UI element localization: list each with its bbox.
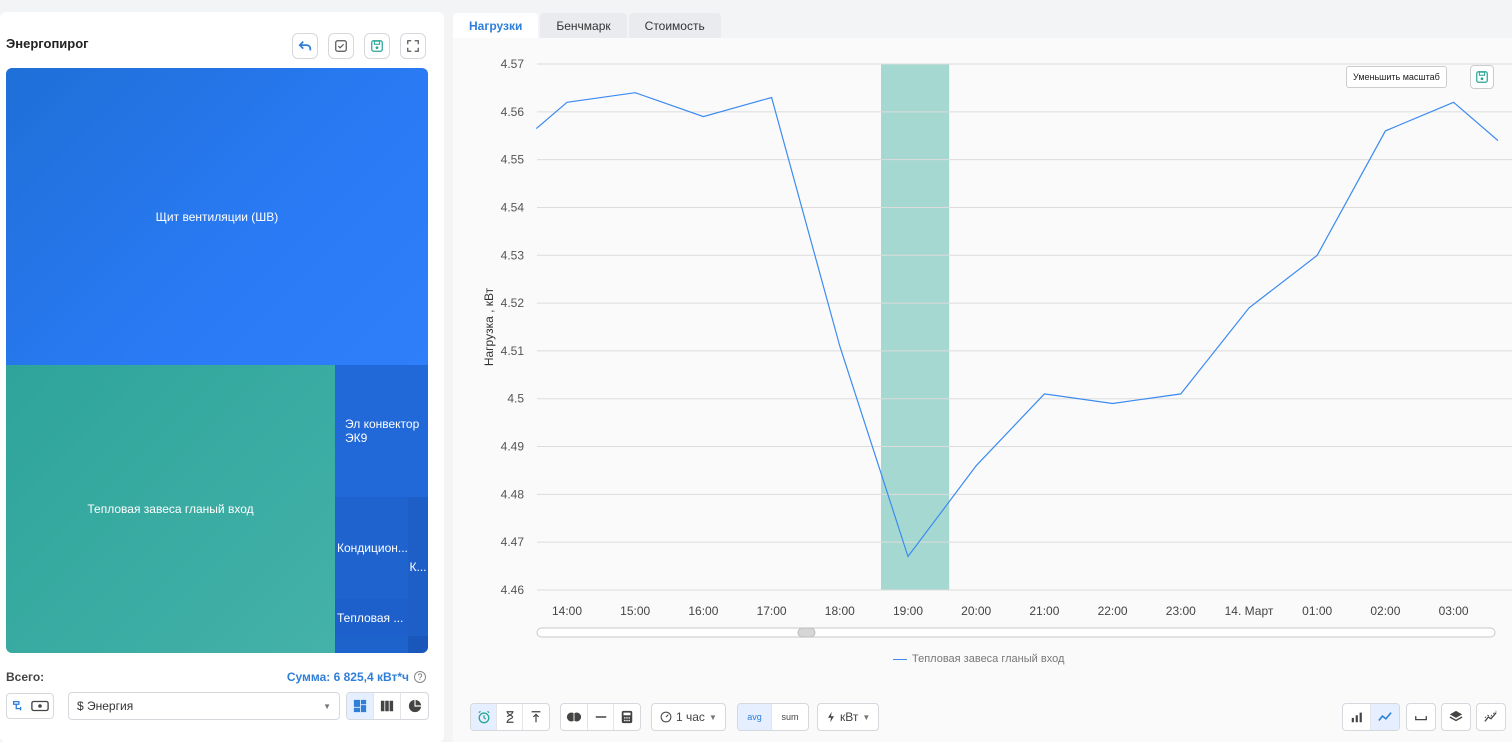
overlap-button[interactable] [561, 704, 588, 730]
x-tick-label: 19:00 [893, 604, 923, 618]
y-tick-label: 4.55 [501, 153, 525, 167]
zoom-out-button[interactable]: Уменьшить масштаб [1346, 66, 1447, 88]
y-tick-label: 4.49 [501, 440, 525, 454]
trend-icon [1484, 710, 1497, 722]
legend-label: Тепловая завеса гланый вход [912, 653, 1065, 665]
x-tick-label: 22:00 [1098, 604, 1128, 618]
x-tick-label: 16:00 [688, 604, 718, 618]
hourglass-button[interactable] [497, 704, 523, 730]
hourglass-icon [506, 711, 513, 723]
navigator-track [536, 627, 1496, 638]
x-tick-label: 14:00 [552, 604, 582, 618]
clock-button[interactable] [471, 704, 497, 730]
x-tick-label: 01:00 [1302, 604, 1332, 618]
chart-legend[interactable]: Тепловая завеса гланый вход [893, 653, 1064, 665]
aggregation-group: avg sum [737, 703, 809, 731]
baseline-toggle[interactable] [1406, 703, 1436, 731]
y-tick-label: 4.53 [501, 248, 525, 262]
sum-button[interactable]: sum [772, 704, 808, 730]
calculator-icon [621, 710, 633, 724]
arrow-to-top-icon [531, 711, 541, 723]
save-icon [1476, 71, 1488, 83]
y-tick-label: 4.57 [501, 57, 525, 71]
minus-icon [595, 716, 606, 718]
chevron-down-icon: ▼ [862, 712, 871, 722]
gauge-icon [660, 711, 672, 723]
y-tick-label: 4.48 [501, 487, 525, 501]
peak-button[interactable] [523, 704, 549, 730]
interval-label: 1 час [676, 710, 705, 724]
layers-icon [1449, 710, 1463, 722]
line-style-button[interactable] [588, 704, 614, 730]
interval-select[interactable]: 1 час ▼ [651, 703, 726, 731]
line-chart-button[interactable] [1371, 704, 1399, 730]
bar-chart-icon [1351, 712, 1362, 723]
display-mode-group [560, 703, 641, 731]
lightning-icon [828, 711, 834, 723]
navigator-handle [797, 627, 816, 638]
y-tick-label: 4.47 [501, 535, 525, 549]
load-chart: 4.57 4.56 4.55 4.54 4.53 4.52 4.51 4.5 4.49 4.48 4… [482, 57, 1512, 638]
bar-chart-button[interactable] [1343, 704, 1371, 730]
time-mode-group [470, 703, 550, 731]
layers-button [1442, 704, 1470, 730]
trend-button [1477, 704, 1505, 730]
baseline-icon [1415, 716, 1427, 721]
y-tick-label: 4.56 [501, 105, 525, 119]
chart-style-group [1342, 703, 1400, 731]
x-tick-label: 15:00 [620, 604, 650, 618]
unit-select-value: кВт ▼ [818, 704, 878, 730]
unit-label: кВт [840, 710, 859, 724]
y-tick-label: 4.51 [501, 344, 525, 358]
chevron-down-icon: ▼ [708, 712, 717, 722]
y-tick-label: 4.54 [501, 200, 525, 214]
unit-select[interactable]: кВт ▼ [817, 703, 880, 731]
x-tick-label: 02:00 [1370, 604, 1400, 618]
y-tick-label: 4.5 [507, 392, 524, 406]
x-tick-label: 23:00 [1166, 604, 1196, 618]
y-tick-label: 4.52 [501, 296, 525, 310]
trend-toggle[interactable] [1476, 703, 1506, 731]
legend-line-icon [893, 658, 907, 660]
x-tick-label: 17:00 [757, 604, 787, 618]
y-axis-label: Нагрузка , кВт [482, 287, 496, 366]
x-tick-label: 21:00 [1029, 604, 1059, 618]
avg-button[interactable]: avg [738, 704, 772, 730]
layers-toggle[interactable] [1441, 703, 1471, 731]
x-tick-label: 20:00 [961, 604, 991, 618]
y-tick-label: 4.46 [501, 583, 525, 597]
alarm-clock-icon [477, 710, 490, 724]
line-chart-icon [1378, 712, 1392, 721]
series-line [535, 92, 1499, 558]
calculator-button[interactable] [614, 704, 640, 730]
x-tick-label: 18:00 [825, 604, 855, 618]
highlight-band [881, 64, 950, 590]
baseline-button [1407, 704, 1435, 730]
overlap-circles-icon [566, 712, 582, 722]
x-tick-label: 14. Март [1225, 604, 1274, 618]
save-chart-button[interactable] [1470, 65, 1494, 89]
interval-select-value: 1 час ▼ [652, 704, 725, 730]
x-tick-label: 03:00 [1439, 604, 1469, 618]
